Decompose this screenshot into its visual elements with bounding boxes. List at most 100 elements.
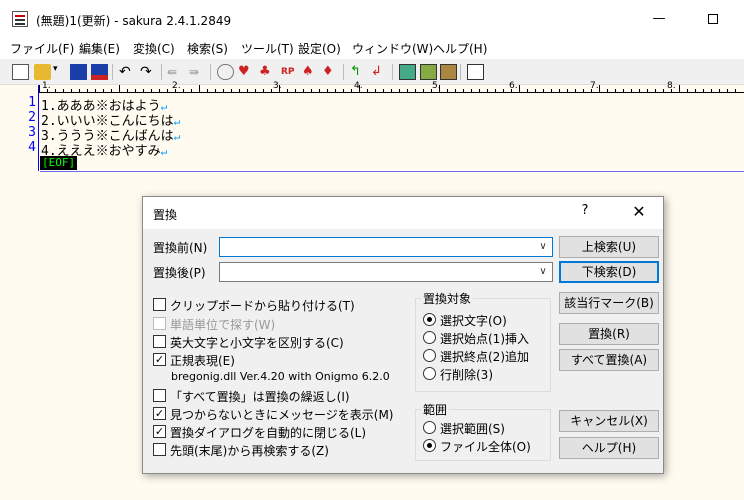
ruler-tick	[511, 89, 512, 92]
menu-bar: ファイル(F) 編集(E) 変換(C) 検索(S) ツール(T) 設定(O) ウ…	[0, 38, 744, 58]
ruler-tick	[351, 89, 352, 92]
find-icon[interactable]	[217, 64, 234, 80]
ruler-tick	[319, 89, 320, 92]
ruler-tick	[327, 89, 328, 92]
menu-help[interactable]: ヘルプ(H)	[433, 40, 487, 57]
outline-icon[interactable]	[440, 64, 457, 80]
minimize-button[interactable]: —	[636, 4, 682, 34]
menu-settings[interactable]: 設定(O)	[298, 40, 341, 57]
ruler-tick	[663, 89, 664, 92]
cancel-button[interactable]: キャンセル(X)	[559, 410, 659, 432]
maximize-button[interactable]	[690, 4, 736, 34]
find-combo[interactable]: ∨	[219, 237, 553, 257]
ruler-tick	[575, 89, 576, 92]
ruler-tick	[375, 89, 376, 92]
menu-edit[interactable]: 編集(E)	[79, 40, 120, 57]
ruler-tick	[167, 89, 168, 92]
ruler-tick	[535, 89, 536, 92]
ruler-tick	[431, 89, 432, 92]
settings-icon[interactable]	[467, 64, 484, 80]
checkbox-box	[153, 298, 166, 311]
compare-icon[interactable]	[399, 64, 416, 80]
ruler-tick	[231, 89, 232, 92]
search-up-button[interactable]: 上検索(U)	[559, 236, 659, 258]
ruler-tick	[455, 89, 456, 92]
radio-label: 行削除(3)	[440, 368, 493, 382]
menu-convert[interactable]: 変換(C)	[133, 40, 175, 57]
window-title: (無題)1(更新) - sakura 2.4.1.2849	[36, 14, 232, 28]
help-icon[interactable]: ?	[573, 203, 597, 223]
replace-button[interactable]: 置換(R)	[559, 323, 659, 345]
cursor-line-underline	[40, 171, 744, 172]
ruler-tick	[479, 89, 480, 92]
grep-icon[interactable]: ♦	[322, 64, 339, 80]
ruler-tick	[735, 89, 736, 92]
radio-dot	[423, 349, 436, 362]
replace-input[interactable]	[222, 264, 532, 280]
ruler-tick	[159, 89, 160, 92]
find-input[interactable]	[222, 239, 532, 255]
radio-label: 選択範囲(S)	[440, 422, 505, 436]
search-down-button[interactable]: 下検索(D)	[559, 261, 659, 283]
search-next-icon[interactable]: ♣	[259, 64, 276, 80]
menu-window[interactable]: ウィンドウ(W)	[352, 40, 433, 57]
ruler-tick	[687, 89, 688, 92]
ruler-tick	[311, 89, 312, 92]
ruler-tick	[87, 89, 88, 92]
menu-search[interactable]: 検索(S)	[187, 40, 228, 57]
tag-jump-icon[interactable]: ↰	[350, 64, 367, 80]
open-folder-icon[interactable]	[34, 64, 51, 80]
ruler-tick	[527, 89, 528, 92]
help-button[interactable]: ヘルプ(H)	[559, 437, 659, 459]
replace-icon[interactable]: RP	[281, 64, 298, 80]
chevron-down-icon[interactable]: ∨	[536, 264, 550, 280]
mark-lines-button[interactable]: 該当行マーク(B)	[559, 292, 659, 314]
ruler-tick	[711, 89, 712, 92]
radio-label: ファイル全体(O)	[440, 440, 531, 454]
checkbox-label: 先頭(末尾)から再検索する(Z)	[170, 444, 329, 458]
search-prev-icon[interactable]: ♥	[238, 64, 255, 80]
chevron-down-icon[interactable]: ∨	[536, 239, 550, 255]
menu-file[interactable]: ファイル(F)	[10, 40, 74, 57]
ruler-tick	[119, 85, 120, 92]
ruler-tick	[79, 89, 80, 92]
ruler-tick	[495, 89, 496, 92]
ruler-tick	[543, 89, 544, 92]
ruler-label: 3.	[273, 81, 282, 91]
ruler-tick	[135, 89, 136, 92]
diff-icon[interactable]	[420, 64, 437, 80]
line-number: 1	[28, 95, 36, 110]
dropdown-arrow-icon[interactable]: ▾	[53, 64, 63, 80]
close-icon[interactable]: ✕	[625, 202, 653, 224]
checkbox-label: 単語単位で探す(W)	[170, 318, 276, 332]
ruler-tick	[615, 89, 616, 92]
radio-label: 選択終点(2)追加	[440, 350, 529, 364]
ruler: 1. 2. 3. 4. 5. 6. 7. 8.	[39, 81, 744, 93]
clear-search-marks-icon[interactable]: ♠	[302, 64, 319, 80]
prev-jump-icon[interactable]: ⇚	[167, 64, 184, 80]
ruler-tick	[639, 89, 640, 92]
ruler-tick	[143, 89, 144, 92]
ruler-tick	[559, 89, 560, 92]
ruler-tick	[151, 89, 152, 92]
ruler-tick	[519, 85, 520, 92]
checkbox-box	[153, 443, 166, 456]
new-file-icon[interactable]	[12, 64, 29, 80]
tag-back-icon[interactable]: ↲	[371, 64, 388, 80]
ruler-tick	[671, 89, 672, 92]
replace-combo[interactable]: ∨	[219, 262, 553, 282]
undo-icon[interactable]: ↶	[119, 64, 136, 80]
replace-dialog: 置換 ? ✕ 置換前(N) ∨ 置換後(P) ∨ 上検索(U) 下検索(D) 該…	[142, 196, 664, 474]
save-icon[interactable]	[70, 64, 87, 80]
newline-icon: ↵	[173, 130, 181, 143]
replace-all-button[interactable]: すべて置換(A)	[559, 349, 659, 371]
maximize-icon	[708, 13, 718, 24]
ruler-tick	[727, 89, 728, 92]
next-jump-icon[interactable]: ⇛	[189, 64, 206, 80]
save-as-icon[interactable]	[91, 64, 108, 80]
redo-icon[interactable]: ↷	[140, 64, 157, 80]
ruler-tick	[655, 89, 656, 92]
ruler-tick	[607, 89, 608, 92]
ruler-tick	[623, 89, 624, 92]
menu-tools[interactable]: ツール(T)	[241, 40, 294, 57]
